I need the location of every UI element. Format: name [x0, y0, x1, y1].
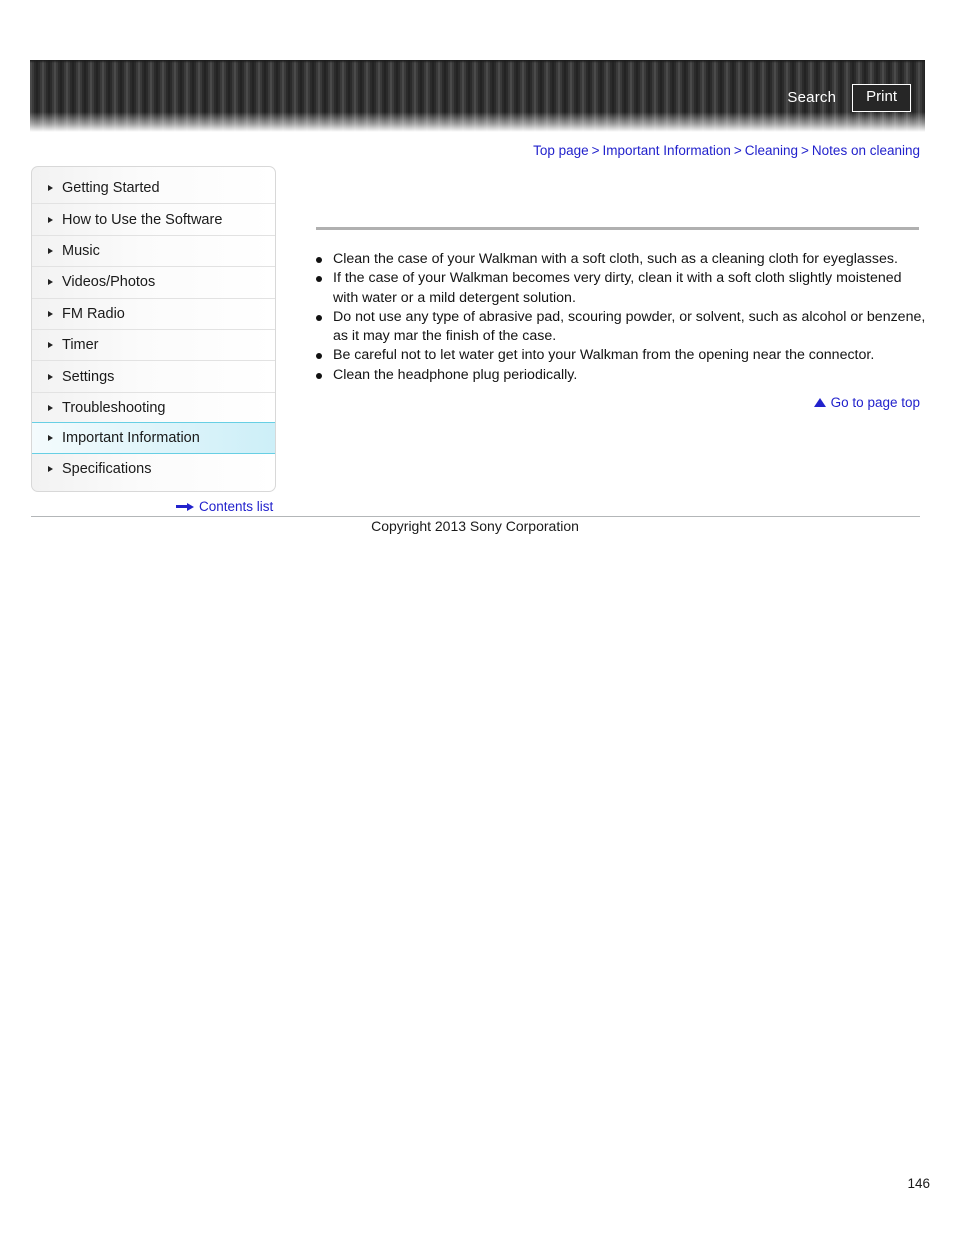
breadcrumb-item-notes-on-cleaning[interactable]: Notes on cleaning [812, 143, 920, 158]
page-number: 146 [907, 1176, 930, 1191]
print-button[interactable]: Print [852, 84, 911, 112]
sidebar-item-label: Specifications [62, 461, 152, 478]
breadcrumb-separator: > [591, 143, 600, 158]
sidebar-item-label: Music [62, 242, 100, 259]
sidebar-item-getting-started[interactable]: Getting Started [32, 172, 275, 203]
go-to-page-top-link[interactable]: Go to page top [813, 395, 920, 410]
content-divider [316, 227, 919, 230]
triangle-right-icon [48, 434, 53, 441]
triangle-right-icon [48, 279, 53, 286]
triangle-right-icon [48, 184, 53, 191]
list-item: Be careful not to let water get into you… [314, 346, 929, 365]
sidebar-item-label: Troubleshooting [62, 399, 166, 416]
notes-bullet-list: Clean the case of your Walkman with a so… [314, 250, 929, 385]
breadcrumb-item-important-information[interactable]: Important Information [603, 143, 731, 158]
triangle-right-icon [48, 310, 53, 317]
search-link[interactable]: Search [787, 90, 836, 105]
sidebar-item-music[interactable]: Music [32, 234, 275, 266]
sidebar-item-troubleshooting[interactable]: Troubleshooting [32, 391, 275, 423]
triangle-right-icon [48, 216, 53, 223]
sidebar-item-fm-radio[interactable]: FM Radio [32, 297, 275, 329]
sidebar-item-label: How to Use the Software [62, 211, 223, 228]
triangle-right-icon [48, 247, 53, 254]
sidebar-item-how-to-use-the-software[interactable]: How to Use the Software [32, 203, 275, 234]
sidebar-item-label: Settings [62, 368, 115, 385]
footer-divider [31, 516, 920, 517]
sidebar-item-videos-photos[interactable]: Videos/Photos [32, 266, 275, 297]
sidebar-item-label: Important Information [62, 429, 200, 446]
copyright-text: Copyright 2013 Sony Corporation [371, 518, 579, 534]
triangle-up-icon [813, 398, 826, 407]
arrow-right-icon [176, 502, 194, 511]
contents-list-link[interactable]: Contents list [176, 499, 273, 514]
breadcrumb: Top page > Important Information > Cleaning >… [533, 143, 920, 158]
contents-list-label: Contents list [199, 499, 274, 514]
sidebar-item-settings[interactable]: Settings [32, 360, 275, 391]
triangle-right-icon [48, 342, 53, 349]
list-item: Clean the case of your Walkman with a so… [314, 250, 929, 269]
sidebar-navigation: Getting Started How to Use the Software … [31, 166, 276, 492]
triangle-right-icon [48, 466, 53, 473]
list-item: Do not use any type of abrasive pad, sco… [314, 308, 929, 347]
list-item: Clean the headphone plug periodically. [314, 366, 929, 385]
breadcrumb-separator: > [733, 143, 742, 158]
sidebar-item-important-information[interactable]: Important Information [32, 422, 275, 454]
sidebar-item-label: Getting Started [62, 179, 160, 196]
sidebar-item-label: Timer [62, 337, 99, 354]
breadcrumb-item-cleaning[interactable]: Cleaning [745, 143, 798, 158]
sidebar-item-specifications[interactable]: Specifications [32, 454, 275, 485]
header-banner: Search Print [30, 60, 925, 132]
triangle-right-icon [48, 404, 53, 411]
header-actions: Search Print [787, 84, 911, 112]
sidebar-item-timer[interactable]: Timer [32, 328, 275, 360]
list-item: If the case of your Walkman becomes very… [314, 269, 929, 308]
breadcrumb-separator: > [801, 143, 809, 158]
go-to-page-top-label: Go to page top [830, 395, 920, 410]
sidebar-item-label: FM Radio [62, 305, 125, 322]
triangle-right-icon [48, 373, 53, 380]
sidebar-item-label: Videos/Photos [62, 274, 156, 291]
breadcrumb-item-top-page[interactable]: Top page [533, 143, 589, 158]
